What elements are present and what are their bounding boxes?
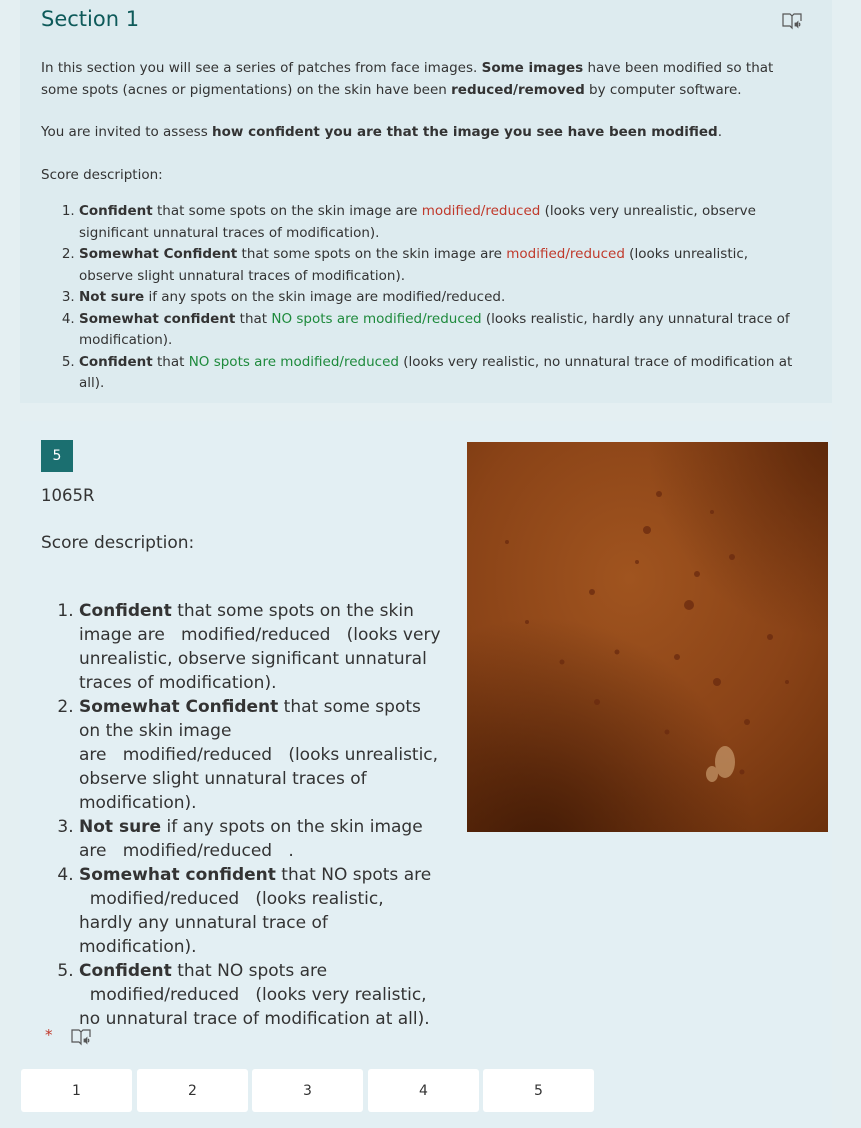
- score-item-2-run: Somewhat Confident: [79, 697, 279, 717]
- score-item-2-run: modified/reduced: [506, 246, 625, 262]
- intro-paragraph-1-run: reduced/removed: [451, 81, 585, 98]
- immersive-reader-icon[interactable]: [781, 11, 803, 31]
- score-item-3: Not sure if any spots on the skin image …: [79, 287, 801, 309]
- score-item-2-run: are modified/reduced (looks unrealistic,…: [79, 745, 439, 813]
- score-item-3-run: Not sure: [79, 817, 162, 837]
- score-item-3-run: Not sure: [79, 289, 145, 305]
- section-title: Section 1: [41, 7, 140, 31]
- choice-3-button[interactable]: 3: [252, 1069, 363, 1112]
- score-item-5-run: Confident: [79, 353, 153, 370]
- intro-paragraph-2-run: .: [717, 124, 723, 140]
- score-item-5-run: Confident: [79, 961, 172, 981]
- score-item-4: Somewhat confident that NO spots are mod…: [79, 309, 801, 352]
- score-item-4-run: NO spots are modified/reduced: [271, 310, 482, 327]
- score-item-1: Confident that some spots on the skin im…: [79, 201, 801, 244]
- score-item-1-run: Confident: [79, 203, 153, 219]
- score-item-1: Confident that some spots on the skin im…: [79, 599, 441, 695]
- score-item-2-run: Somewhat Confident: [79, 246, 238, 262]
- intro-paragraph-2-run: how confident you are that the image you…: [212, 124, 718, 140]
- section-intro: In this section you will see a series of…: [41, 58, 801, 395]
- question-score-items: Confident that some spots on the skin im…: [79, 599, 441, 1031]
- intro-paragraph-2-run: You are invited to assess: [41, 124, 213, 140]
- score-item-3: Not sure if any spots on the skin image …: [79, 815, 441, 863]
- question-score-description-label: Score description:: [41, 533, 195, 553]
- score-item-4: Somewhat confident that NO spots are mod…: [79, 863, 441, 959]
- score-item-1-run: that some spots on the skin image are: [152, 203, 422, 219]
- score-item-4-run: Somewhat confident: [79, 310, 236, 327]
- score-item-5: Confident that NO spots are modified/red…: [79, 352, 801, 395]
- intro-paragraph-1-run: In this section you will see a series of…: [41, 60, 482, 76]
- score-item-4-run: that: [235, 310, 272, 327]
- question-code: 1065R: [41, 486, 95, 505]
- choice-1-button[interactable]: 1: [21, 1069, 132, 1112]
- question-number-badge: 5: [41, 440, 73, 472]
- score-item-5-run: that: [152, 353, 189, 370]
- score-item-3-run: if any spots on the skin image are modif…: [144, 289, 506, 305]
- skin-patch-image: [467, 442, 828, 832]
- score-item-5-run: NO spots are modified/reduced: [188, 353, 399, 370]
- score-item-2-run: that some spots on the skin image are: [237, 246, 507, 262]
- choice-2-button[interactable]: 2: [137, 1069, 248, 1112]
- choice-5-button[interactable]: 5: [483, 1069, 594, 1112]
- score-item-2: Somewhat Confident that some spots on th…: [79, 695, 441, 815]
- score-item-1-run: modified/reduced: [421, 203, 541, 219]
- question-immersive-reader-icon[interactable]: [70, 1027, 92, 1047]
- intro-paragraph-2: You are invited to assess how confident …: [41, 122, 801, 144]
- score-item-1-run: Confident: [79, 601, 172, 621]
- intro-paragraph-1: In this section you will see a series of…: [41, 58, 801, 101]
- intro-paragraph-1-run: Some images: [481, 60, 584, 76]
- question-score-list: Confident that some spots on the skin im…: [41, 599, 441, 1031]
- score-item-2: Somewhat Confident that some spots on th…: [79, 244, 801, 287]
- intro-paragraph-1-run: by computer software.: [584, 81, 742, 98]
- choice-4-button[interactable]: 4: [368, 1069, 479, 1112]
- score-item-4-run: Somewhat confident: [79, 865, 276, 885]
- score-description-list: Confident that some spots on the skin im…: [79, 201, 801, 395]
- score-item-5: Confident that NO spots are modified/red…: [79, 959, 441, 1031]
- score-description-label: Score description:: [41, 166, 163, 183]
- required-asterisk: *: [45, 1026, 53, 1044]
